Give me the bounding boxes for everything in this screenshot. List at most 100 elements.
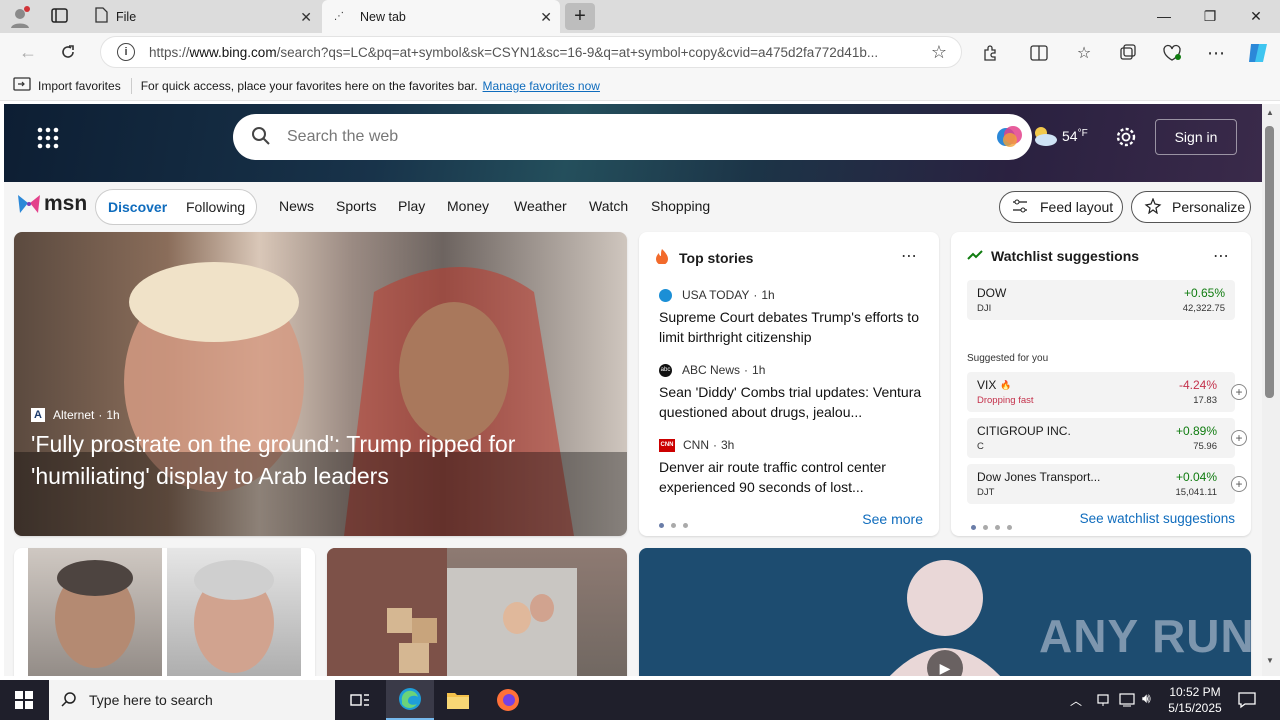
carousel-dots[interactable] (659, 516, 695, 531)
settings-more-icon[interactable]: ⋯ (1204, 41, 1228, 65)
top-stories-header: Top stories (655, 248, 753, 267)
news-card-image[interactable] (14, 548, 315, 676)
msn-logo[interactable]: msn (16, 192, 87, 216)
nav-news[interactable]: News (279, 198, 314, 214)
more-options-icon[interactable]: ⋯ (1213, 246, 1229, 266)
add-to-watchlist-icon[interactable]: + (1231, 430, 1247, 446)
search-input[interactable]: Search the web (287, 128, 398, 146)
stock-name: CITIGROUP INC. (977, 424, 1071, 438)
favorite-star-icon[interactable]: ☆ (931, 42, 947, 63)
butterfly-icon (18, 195, 40, 213)
close-tab-icon[interactable]: ✕ (300, 9, 312, 26)
tab-new-tab[interactable]: ⋰ New tab ✕ (322, 0, 560, 33)
network-icon[interactable] (1096, 692, 1112, 711)
address-bar[interactable]: i https://www.bing.com/search?qs=LC&pq=a… (100, 36, 962, 68)
msn-logo-text: msn (44, 192, 88, 215)
import-favorites-button[interactable]: Import favorites (13, 77, 121, 94)
nav-money[interactable]: Money (447, 198, 489, 214)
taskbar-search-input[interactable]: Type here to search (89, 692, 213, 708)
tab-title: File (116, 9, 137, 24)
scrollbar-thumb[interactable] (1265, 126, 1274, 398)
copilot-icon[interactable] (1244, 39, 1272, 67)
tab-discover[interactable]: Discover (108, 199, 167, 215)
see-watchlist-link[interactable]: See watchlist suggestions (1080, 511, 1235, 526)
split-screen-icon[interactable] (1027, 41, 1051, 65)
browser-essentials-icon[interactable] (1160, 41, 1184, 65)
clock[interactable]: 10:52 PM 5/15/2025 (1160, 684, 1230, 716)
nav-watch[interactable]: Watch (589, 198, 628, 214)
main-story-card[interactable]: A Alternet · 1h 'Fully prostrate on the … (14, 232, 627, 536)
copilot-search-icon[interactable] (994, 122, 1024, 152)
more-options-icon[interactable]: ⋯ (901, 246, 917, 266)
tray-chevron-icon[interactable]: ︿ (1070, 692, 1082, 709)
stock-name: DOW (977, 286, 1007, 300)
story-image (28, 548, 162, 676)
settings-gear-icon[interactable] (1115, 126, 1137, 151)
manage-favorites-link[interactable]: Manage favorites now (483, 79, 600, 93)
tab-actions-icon[interactable] (50, 7, 70, 25)
favorites-icon[interactable]: ☆ (1072, 41, 1096, 65)
notifications-icon[interactable] (1238, 691, 1256, 712)
story-headline[interactable]: Supreme Court debates Trump's efforts to… (659, 307, 921, 347)
add-to-watchlist-icon[interactable]: + (1231, 476, 1247, 492)
story-headline[interactable]: 'Fully prostrate on the ground': Trump r… (31, 428, 591, 492)
tab-following[interactable]: Following (186, 199, 245, 215)
profile-avatar[interactable] (8, 5, 32, 29)
story-headline[interactable]: Denver air route traffic control center … (659, 457, 921, 497)
extensions-icon[interactable] (979, 41, 1003, 65)
scroll-up-icon[interactable]: ▲ (1266, 108, 1274, 117)
tab-title: New tab (360, 9, 406, 24)
stock-row-citigroup[interactable]: CITIGROUP INC. C +0.89% 75.96 + (967, 418, 1247, 458)
scroll-down-icon[interactable]: ▼ (1266, 656, 1274, 665)
info-icon[interactable]: i (117, 43, 135, 61)
stock-row-vix[interactable]: VIX 🔥 Dropping fast -4.24% 17.83 + (967, 372, 1247, 412)
nav-shopping[interactable]: Shopping (651, 198, 710, 214)
suggested-label: Suggested for you (967, 353, 1049, 364)
add-to-watchlist-icon[interactable]: + (1231, 384, 1247, 400)
personalize-button[interactable]: Personalize (1131, 191, 1251, 223)
msn-nav-bar: msn Discover Following News Sports Play … (4, 182, 1262, 232)
address-toolbar: ← i https://www.bing.com/search?qs=LC&pq… (0, 33, 1280, 71)
task-view-icon[interactable] (336, 680, 384, 720)
new-tab-button[interactable]: + (565, 3, 595, 30)
firefox-icon[interactable] (484, 680, 532, 720)
feed-layout-button[interactable]: Feed layout (999, 191, 1123, 223)
vertical-scrollbar[interactable]: ▲ ▼ (1262, 104, 1280, 676)
nav-weather[interactable]: Weather (514, 198, 567, 214)
start-button[interactable] (0, 680, 48, 720)
refresh-button[interactable] (56, 40, 80, 64)
cloudy-weather-icon[interactable] (1030, 124, 1058, 148)
close-tab-icon[interactable]: ✕ (540, 9, 552, 26)
stock-row-dow[interactable]: DOW DJI +0.65% 42,322.75 (967, 280, 1235, 320)
watchlist-card: Watchlist suggestions ⋯ DOW DJI +0.65% 4… (951, 232, 1251, 536)
fire-icon: 🔥 (1000, 379, 1012, 390)
taskbar-search[interactable]: Type here to search (49, 680, 335, 720)
carousel-dots[interactable] (971, 518, 1019, 533)
stock-row-dow-transport[interactable]: Dow Jones Transport... DJT +0.04% 15,041… (967, 464, 1247, 504)
back-button[interactable]: ← (16, 40, 40, 64)
url-text[interactable]: https://www.bing.com/search?qs=LC&pq=at+… (149, 45, 924, 60)
edge-taskbar-icon[interactable] (386, 680, 434, 720)
temperature[interactable]: 54°F (1062, 128, 1088, 144)
file-explorer-icon[interactable] (434, 680, 482, 720)
see-more-link[interactable]: See more (862, 511, 923, 527)
sign-in-button[interactable]: Sign in (1155, 119, 1237, 155)
search-box[interactable]: Search the web (233, 114, 1032, 160)
volume-icon[interactable]: 🔊︎ (1142, 690, 1151, 707)
minimize-button[interactable]: — (1141, 0, 1187, 32)
stock-change: +0.65% (1183, 286, 1225, 300)
display-icon[interactable] (1119, 692, 1135, 711)
stock-name: Dow Jones Transport... (977, 470, 1101, 484)
story-headline[interactable]: Sean 'Diddy' Combs trial updates: Ventur… (659, 382, 925, 422)
nav-play[interactable]: Play (398, 198, 425, 214)
news-card-image[interactable] (327, 548, 627, 676)
close-window-button[interactable]: ✕ (1233, 0, 1279, 32)
restore-button[interactable]: ❐ (1187, 0, 1233, 32)
nav-sports[interactable]: Sports (336, 198, 376, 214)
clock-date: 5/15/2025 (1168, 701, 1222, 715)
tab-file[interactable]: File ✕ (84, 0, 320, 33)
apps-grid-icon[interactable] (36, 126, 60, 150)
stock-change: -4.24% (1178, 378, 1217, 392)
watchlist-header: Watchlist suggestions (967, 248, 1139, 264)
collections-icon[interactable] (1116, 41, 1140, 65)
